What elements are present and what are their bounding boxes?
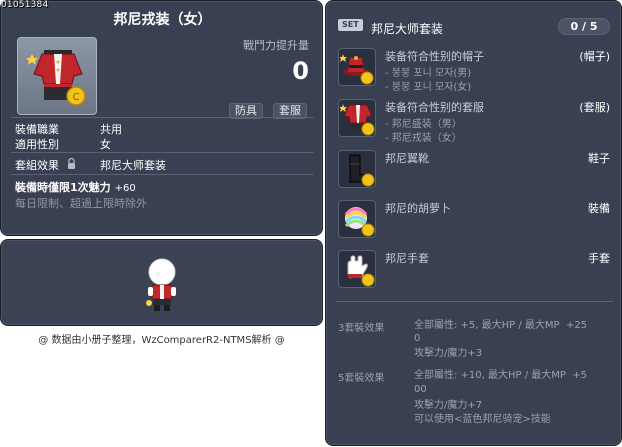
avatar-preview-panel xyxy=(0,239,323,326)
item-tooltip-panel: 邦尼戎装（女） C 戰鬥力提升量 0 防具 套服 裝備職業 共用 適用性別女 套組… xyxy=(0,0,323,236)
set-effect-3-line: 攻擊力/魔力+3 xyxy=(414,348,483,359)
charm-value: +60 xyxy=(114,183,136,194)
lock-icon xyxy=(68,158,75,169)
piece-sub: - 붕붕 포니 모자(男) xyxy=(385,68,472,79)
svg-text:C: C xyxy=(73,92,80,103)
stat-gender-label: 適用性別 xyxy=(15,138,59,151)
set-effect-5-line: 全部屬性: +10, 最大HP / 最大MP +5 xyxy=(414,370,588,381)
stat-job-value: 共用 xyxy=(100,123,122,136)
black-boot-icon xyxy=(349,154,375,187)
piece-type: (帽子) xyxy=(579,50,610,63)
set-effect-5-line: 00 xyxy=(414,384,427,395)
piece-name: 装备符合性别的套服 xyxy=(385,101,484,114)
red-hat-icon xyxy=(340,54,374,85)
rainbow-carrot-icon xyxy=(344,207,375,237)
set-piece-hat: 装备符合性别的帽子 (帽子) - 붕붕 포니 모자(男) - 붕붕 포니 모자(… xyxy=(338,48,610,96)
set-effect-3-line: 全部屬性: +5, 最大HP / 最大MP +25 xyxy=(414,320,588,331)
hat-icon-frame xyxy=(338,48,376,86)
set-piece-shoes: 邦尼翼靴 鞋子 xyxy=(338,150,610,190)
piece-sub: - 邦尼盛装（男） xyxy=(385,119,462,130)
stat-gender: 適用性別 女 xyxy=(15,136,111,152)
stat-job-label: 裝備職業 xyxy=(15,123,59,136)
expire-text: 每日限制、超過上限時除外 xyxy=(15,197,147,210)
piece-type: (套服) xyxy=(579,101,610,114)
piece-sub: - 邦尼戎装（女） xyxy=(385,133,462,144)
set-effect-value: 邦尼大师套装 xyxy=(100,159,166,172)
white-glove-icon xyxy=(347,255,375,287)
divider xyxy=(11,117,314,118)
charm-label: 裝備時僅限1次魅力 xyxy=(15,181,111,194)
gloves-icon-frame xyxy=(338,250,376,288)
set-effect-row: 套組效果 邦尼大师套装 xyxy=(15,157,166,173)
outfit-icon-frame xyxy=(338,99,376,137)
piece-sub: - 붕붕 포니 모자(女) xyxy=(385,82,472,93)
set-piece-outfit: 装备符合性别的套服 (套服) - 邦尼盛装（男） - 邦尼戎装（女） xyxy=(338,99,610,147)
power-label: 戰鬥力提升量 xyxy=(243,39,309,52)
red-outfit-icon: C xyxy=(26,50,86,106)
item-id: 01051384 xyxy=(1,0,49,10)
piece-type: 裝備 xyxy=(588,202,610,215)
set-count-badge: 0 / 5 xyxy=(558,18,610,35)
divider xyxy=(11,174,314,175)
footer-note: @ 数据由小册子整理，WzComparerR2-NTMS解析 @ xyxy=(38,335,285,346)
avatar-character-icon xyxy=(146,258,176,311)
set-effect-3-line: 0 xyxy=(414,333,421,344)
piece-name: 邦尼的胡萝卜 xyxy=(385,202,451,215)
shoes-icon-frame xyxy=(338,150,376,188)
divider xyxy=(11,152,314,153)
set-effect-5-line: 攻擊力/魔力+7 xyxy=(414,400,483,411)
set-effect-label: 套組效果 xyxy=(15,159,59,172)
set-effect-3-label: 3套裝效果 xyxy=(338,323,385,334)
set-effect-5-line: 可以使用<蓝色邦尼骑宠>技能 xyxy=(414,414,551,425)
piece-name: 邦尼翼靴 xyxy=(385,152,429,165)
set-info-panel: SET 邦尼大师套装 0 / 5 装备符合性别的帽子 (帽子) - 붕붕 포니 … xyxy=(325,0,622,446)
charm-row: 裝備時僅限1次魅力 +60 xyxy=(15,179,136,195)
set-piece-gloves: 邦尼手套 手套 xyxy=(338,250,610,290)
red-outfit-icon xyxy=(340,104,375,136)
power-value: 0 xyxy=(292,57,309,85)
divider xyxy=(336,301,613,302)
piece-name: 邦尼手套 xyxy=(385,252,429,265)
item-image-frame: C xyxy=(17,37,97,115)
set-badge: SET xyxy=(338,19,363,31)
set-effect-5-label: 5套裝效果 xyxy=(338,373,385,384)
set-piece-carrot: 邦尼的胡萝卜 裝備 xyxy=(338,200,610,240)
stat-job: 裝備職業 共用 xyxy=(15,121,122,137)
item-title: 邦尼戎装（女） xyxy=(113,12,212,28)
carrot-icon-frame xyxy=(338,200,376,238)
set-name: 邦尼大师套装 xyxy=(371,22,444,36)
piece-name: 装备符合性别的帽子 xyxy=(385,50,484,63)
piece-type: 手套 xyxy=(588,252,610,265)
piece-type: 鞋子 xyxy=(588,152,610,165)
stat-gender-value: 女 xyxy=(100,138,111,151)
